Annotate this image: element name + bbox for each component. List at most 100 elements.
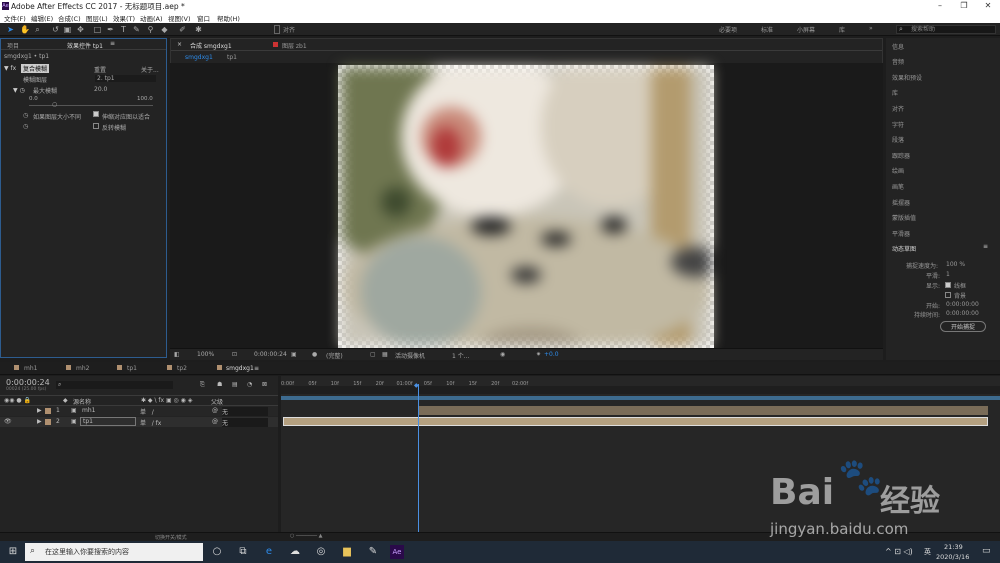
current-time-indicator[interactable] — [418, 384, 419, 532]
capture-speed-value[interactable]: 100 % — [946, 261, 965, 268]
rotate-tool-icon[interactable]: ↺ — [51, 25, 60, 34]
blur-layer-dropdown[interactable]: 2. tp1 — [95, 75, 156, 82]
panel-align[interactable]: 对齐 — [892, 104, 904, 113]
panel-brushes[interactable]: 画笔 — [892, 182, 904, 191]
panel-character[interactable]: 字符 — [892, 120, 904, 129]
camera-dropdown[interactable]: 活动摄像机 — [395, 351, 425, 360]
layer-bar-mh1[interactable] — [418, 406, 988, 415]
effect-name[interactable]: 复合模糊 — [21, 64, 50, 73]
notification-icon[interactable]: ▭ — [982, 546, 991, 556]
tab-composition[interactable]: 合成 smgdxg1 — [190, 41, 232, 50]
motion-blur-icon[interactable]: ◔ — [247, 381, 252, 388]
max-blur-value[interactable]: 20.0 — [94, 86, 107, 93]
windows-start-icon[interactable]: ⊞ — [6, 545, 20, 559]
eraser-tool-icon[interactable]: ◆ — [160, 25, 169, 34]
clock-date[interactable]: 2020/3/16 — [936, 553, 969, 561]
fast-preview-icon[interactable]: ◉ — [500, 351, 505, 358]
comp-flowchart-icon[interactable]: ⎘ — [200, 381, 205, 389]
layer-bar-tp1[interactable] — [283, 417, 988, 426]
workspace-more-icon[interactable]: » — [869, 25, 873, 32]
panel-info[interactable]: 信息 — [892, 42, 904, 51]
tab-mh2[interactable]: mh2 — [76, 365, 89, 372]
menu-animation[interactable]: 动画(A) — [140, 13, 163, 23]
label-color-icon[interactable] — [45, 419, 51, 425]
wireframe-checkbox[interactable] — [945, 282, 951, 288]
panel-library[interactable]: 库 — [892, 88, 898, 97]
parent-dropdown[interactable]: 无 — [222, 418, 268, 427]
type-tool-icon[interactable]: T — [119, 25, 128, 34]
workspace-standard[interactable]: 标准 — [761, 25, 773, 34]
crumb-layer[interactable]: tp1 — [227, 54, 237, 61]
tab-mh1[interactable]: mh1 — [24, 365, 37, 372]
layer-switches[interactable]: 单 / fx — [140, 418, 161, 427]
close-icon[interactable]: ✕ — [976, 0, 1000, 12]
layer-switches[interactable]: 单 / — [140, 407, 154, 416]
panel-motion-sketch[interactable]: 动态草图 — [892, 244, 916, 253]
stopwatch-icon[interactable]: ◷ — [23, 123, 28, 130]
menu-window[interactable]: 窗口 — [197, 13, 210, 23]
menu-effect[interactable]: 效果(T) — [113, 13, 135, 23]
zoom-slider[interactable]: ○ ─────── ▲ — [290, 533, 322, 539]
timeline-timecode[interactable]: 0:00:00:24 — [6, 378, 50, 387]
workspace-small-screen[interactable]: 小屏幕 — [797, 25, 815, 34]
exposure-icon[interactable]: ✷ — [536, 351, 541, 358]
views-dropdown[interactable]: 1 个... — [452, 351, 469, 360]
cortana-icon[interactable]: ○ — [210, 545, 224, 559]
stopwatch-icon[interactable]: ◷ — [23, 112, 28, 119]
panel-tracker[interactable]: 跟踪器 — [892, 151, 910, 160]
max-blur-slider[interactable] — [29, 105, 153, 106]
tab-smgdxg1[interactable]: smgdxg1 — [226, 365, 254, 372]
tab-tp1[interactable]: tp1 — [127, 365, 137, 372]
expand-icon[interactable]: ▶ — [37, 407, 42, 414]
zoom-dropdown[interactable]: 100% — [197, 351, 214, 358]
menu-view[interactable]: 视图(V) — [168, 13, 191, 23]
parent-pick-whip-icon[interactable]: @ — [212, 418, 218, 425]
menu-file[interactable]: 文件(F) — [4, 13, 26, 23]
tab-tp2[interactable]: tp2 — [177, 365, 187, 372]
draft-3d-icon[interactable]: ☗ — [217, 381, 222, 388]
panel-menu-icon[interactable]: ≡ — [110, 40, 115, 47]
panel-effects-presets[interactable]: 效果和预设 — [892, 73, 922, 82]
input-language[interactable]: 英 — [924, 547, 931, 557]
panel-paragraph[interactable]: 段落 — [892, 135, 904, 144]
app-icon[interactable]: ☁ — [288, 545, 302, 559]
parent-pick-whip-icon[interactable]: @ — [212, 407, 218, 414]
workspace-library[interactable]: 库 — [839, 25, 845, 34]
browser-icon[interactable]: ◎ — [314, 545, 328, 559]
puppet-pin-tool-icon[interactable]: ✱ — [194, 25, 203, 34]
camera-snapshot-icon[interactable]: ▣ — [291, 351, 297, 358]
panel-smoother[interactable]: 平滑器 — [892, 229, 910, 238]
about-link[interactable]: 关于... — [141, 65, 159, 74]
snapshot-icon[interactable]: ⊡ — [232, 351, 237, 358]
invert-checkbox[interactable] — [93, 123, 99, 129]
region-of-interest-icon[interactable]: ▢ — [370, 351, 376, 358]
panel-mask-interpolation[interactable]: 蒙版插值 — [892, 213, 916, 222]
notepad-icon[interactable]: ✎ — [366, 545, 380, 559]
hand-tool-icon[interactable]: ✋ — [20, 25, 30, 34]
work-area-bar[interactable] — [281, 396, 1000, 400]
reset-link[interactable]: 重置 — [94, 65, 106, 74]
camera-tool-icon[interactable]: ▣ — [63, 25, 72, 34]
resolution-dropdown[interactable]: (完整) — [326, 351, 343, 360]
selection-tool-icon[interactable]: ➤ — [6, 25, 15, 34]
frame-blending-icon[interactable]: ▤ — [232, 381, 238, 388]
menu-layer[interactable]: 图层(L) — [86, 13, 108, 23]
rectangle-tool-icon[interactable]: □ — [93, 25, 102, 34]
crumb-comp[interactable]: smgdxg1 — [185, 54, 213, 61]
menu-help[interactable]: 帮助(H) — [217, 13, 240, 23]
clone-stamp-tool-icon[interactable]: ⚲ — [146, 25, 155, 34]
task-view-icon[interactable]: ⧉ — [236, 545, 250, 559]
panel-menu-icon[interactable]: ≡ — [254, 365, 259, 372]
menu-edit[interactable]: 编辑(E) — [31, 13, 53, 23]
slider-handle-icon[interactable]: ○ — [52, 101, 57, 108]
minimize-icon[interactable]: – — [928, 0, 952, 12]
smoothing-value[interactable]: 1 — [946, 271, 950, 278]
brush-tool-icon[interactable]: ✎ — [132, 25, 141, 34]
close-icon[interactable]: × — [177, 41, 182, 48]
panel-wiggler[interactable]: 摇摆器 — [892, 198, 910, 207]
stretch-checkbox[interactable] — [93, 111, 99, 117]
menu-composition[interactable]: 合成(C) — [58, 13, 81, 23]
help-search-input[interactable]: 搜索帮助 — [896, 25, 996, 34]
graph-editor-icon[interactable]: ⊠ — [262, 381, 267, 388]
magnify-icon[interactable]: ◧ — [174, 351, 180, 358]
